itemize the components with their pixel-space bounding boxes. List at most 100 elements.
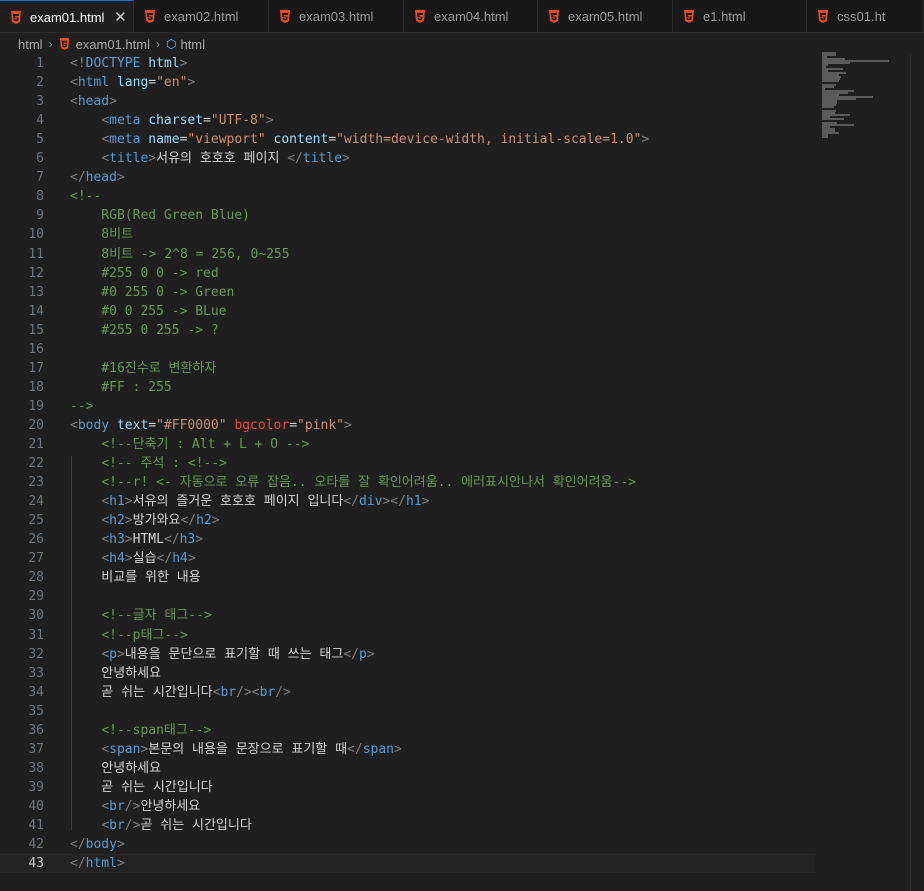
- tab-exam03-html[interactable]: exam03.html: [269, 0, 404, 32]
- code-token: html: [77, 75, 110, 91]
- code-line[interactable]: 4 <meta charset="UTF-8">: [0, 111, 815, 130]
- breadcrumb: html › exam01.html › ⬡ html: [0, 33, 924, 55]
- code-line[interactable]: 12 #255 0 0 -> red: [0, 264, 815, 283]
- code-line[interactable]: 37 <span>본문의 내용을 문장으로 표기할 때</span>: [0, 740, 815, 759]
- code-line[interactable]: 24 <h1>서유의 즐거운 호호호 페이지 입니다</div></h1>: [0, 492, 815, 511]
- code-line[interactable]: 31 <!--p태그-->: [0, 626, 815, 645]
- html5-icon: [145, 9, 155, 23]
- code-line[interactable]: 39 곧 쉬는 시간입니다: [0, 778, 815, 797]
- code-line[interactable]: 25 <h2>방가와요</h2>: [0, 511, 815, 530]
- line-number: 8: [36, 189, 44, 205]
- code-line[interactable]: 27 <h4>실습</h4>: [0, 549, 815, 568]
- code-line[interactable]: 35: [0, 702, 815, 721]
- code-line[interactable]: 7 </head>: [0, 168, 815, 187]
- code-line[interactable]: 8 <!--: [0, 187, 815, 206]
- code-line[interactable]: 13 #0 255 0 -> Green: [0, 283, 815, 302]
- code-text: <head>: [70, 92, 117, 111]
- code-token: title: [302, 151, 343, 167]
- breadcrumb-file[interactable]: exam01.html: [76, 37, 150, 52]
- code-line[interactable]: 18 #FF : 255: [0, 378, 815, 397]
- code-text: </head>: [70, 168, 125, 187]
- line-number: 36: [28, 722, 44, 738]
- code-token: 안녕하세요: [70, 665, 162, 681]
- code-editor[interactable]: 1 <!DOCTYPE html> 2 <html lang="en"> 3 <head>…: [0, 54, 924, 891]
- html5-icon: [59, 38, 69, 50]
- code-line[interactable]: 19 -->: [0, 397, 815, 416]
- code-token: >: [148, 151, 157, 167]
- code-line[interactable]: 6 <title>서유의 호호호 페이지 </title>: [0, 149, 815, 168]
- tab-exam02-html[interactable]: exam02.html: [134, 0, 269, 32]
- code-token: 8비트 -> 2^8 = 256, 0~255: [70, 246, 290, 262]
- code-text: 비교를 위한 내용: [70, 568, 200, 587]
- tab-exam01-html[interactable]: exam01.html ✕: [0, 0, 134, 32]
- code-token: <!--r! <- 자동으로 오류 잡음.. 오타를 잘 확인어려움.. 에러표…: [101, 475, 636, 491]
- code-line[interactable]: 34 곧 쉬는 시간입니다<br/><br/>: [0, 683, 815, 702]
- code-line[interactable]: 41 <br/>곧 쉬는 시간입니다: [0, 816, 815, 835]
- code-line[interactable]: 20 <body text="#FF0000" bgcolor="pink">: [0, 416, 815, 435]
- tab-label: css01.ht: [837, 8, 886, 24]
- line-number: 27: [28, 551, 44, 567]
- code-token: >: [366, 646, 375, 662]
- code-text: <h1>서유의 즐거운 호호호 페이지 입니다</div></h1>: [70, 492, 429, 511]
- code-line[interactable]: 9 RGB(Red Green Blue): [0, 206, 815, 225]
- code-line[interactable]: 26 <h3>HTML</h3>: [0, 530, 815, 549]
- tab-css01-ht[interactable]: css01.ht: [807, 0, 924, 32]
- code-token: HTML: [132, 532, 164, 548]
- code-line[interactable]: 21 <!--단축기 : Alt + L + O -->: [0, 435, 815, 454]
- code-line[interactable]: 5 <meta name="viewport" content="width=d…: [0, 130, 815, 149]
- vertical-scrollbar[interactable]: [910, 54, 924, 891]
- code-line[interactable]: 43 </html>: [0, 854, 815, 874]
- code-token: >: [195, 532, 204, 548]
- line-number: 38: [28, 760, 44, 776]
- tab-exam04-html[interactable]: exam04.html: [404, 0, 538, 32]
- code-line[interactable]: 3 <head>: [0, 92, 815, 111]
- code-line[interactable]: 23 <!--r! <- 자동으로 오류 잡음.. 오타를 잘 확인어려움.. …: [0, 473, 815, 492]
- code-token: <: [101, 818, 110, 833]
- line-number: 9: [36, 208, 44, 224]
- code-line[interactable]: 32 <p>내용을 문단으로 표기할 때 쓰는 태그</p>: [0, 645, 815, 664]
- code-token: <: [101, 132, 110, 148]
- code-token: >: [342, 151, 350, 167]
- tab-label: exam04.html: [434, 8, 509, 24]
- code-line[interactable]: 33 안녕하세요: [0, 664, 815, 683]
- close-icon[interactable]: ✕: [112, 8, 128, 26]
- line-number: 26: [28, 532, 44, 548]
- breadcrumb-symbol[interactable]: html: [180, 37, 205, 52]
- code-line[interactable]: 38 안녕하세요: [0, 759, 815, 778]
- code-line[interactable]: 29: [0, 587, 815, 606]
- code-line[interactable]: 15 #255 0 255 -> ?: [0, 321, 815, 340]
- code-line[interactable]: 28 비교를 위한 내용: [0, 568, 815, 587]
- code-line[interactable]: 40 <br/>안녕하세요: [0, 797, 815, 816]
- tab-e1-html[interactable]: e1.html: [673, 0, 807, 32]
- code-line[interactable]: 42 </body>: [0, 835, 815, 854]
- code-token: 안녕하세요: [140, 798, 201, 814]
- code-token: <: [101, 532, 110, 548]
- tab-exam05-html[interactable]: exam05.html: [538, 0, 673, 32]
- code-token: html: [148, 56, 180, 71]
- chevron-right-icon: ›: [48, 37, 53, 51]
- code-text: <br/>안녕하세요: [70, 797, 200, 816]
- minimap[interactable]: [822, 52, 900, 142]
- code-token: -->: [70, 398, 94, 414]
- code-line[interactable]: 36 <!--span태그-->: [0, 721, 815, 740]
- line-number: 22: [28, 456, 44, 472]
- breadcrumb-folder[interactable]: html: [18, 37, 43, 52]
- code-line[interactable]: 11 8비트 -> 2^8 = 256, 0~255: [0, 245, 815, 264]
- code-line[interactable]: 2 <html lang="en">: [0, 73, 815, 92]
- code-line[interactable]: 1 <!DOCTYPE html>: [0, 54, 815, 73]
- code-text: <body text="#FF0000" bgcolor="pink">: [70, 416, 352, 435]
- code-line[interactable]: 14 #0 0 255 -> BLue: [0, 302, 815, 321]
- code-line[interactable]: 30 <!--글자 태그-->: [0, 606, 815, 625]
- code-line[interactable]: 22 <!-- 주석 : <!-->: [0, 454, 815, 473]
- chevron-right-icon: ›: [155, 37, 160, 51]
- code-line[interactable]: 16: [0, 340, 815, 359]
- code-token: <: [70, 417, 78, 433]
- code-line[interactable]: 17 #16진수로 변환하자: [0, 359, 815, 378]
- code-line[interactable]: 10 8비트: [0, 225, 815, 244]
